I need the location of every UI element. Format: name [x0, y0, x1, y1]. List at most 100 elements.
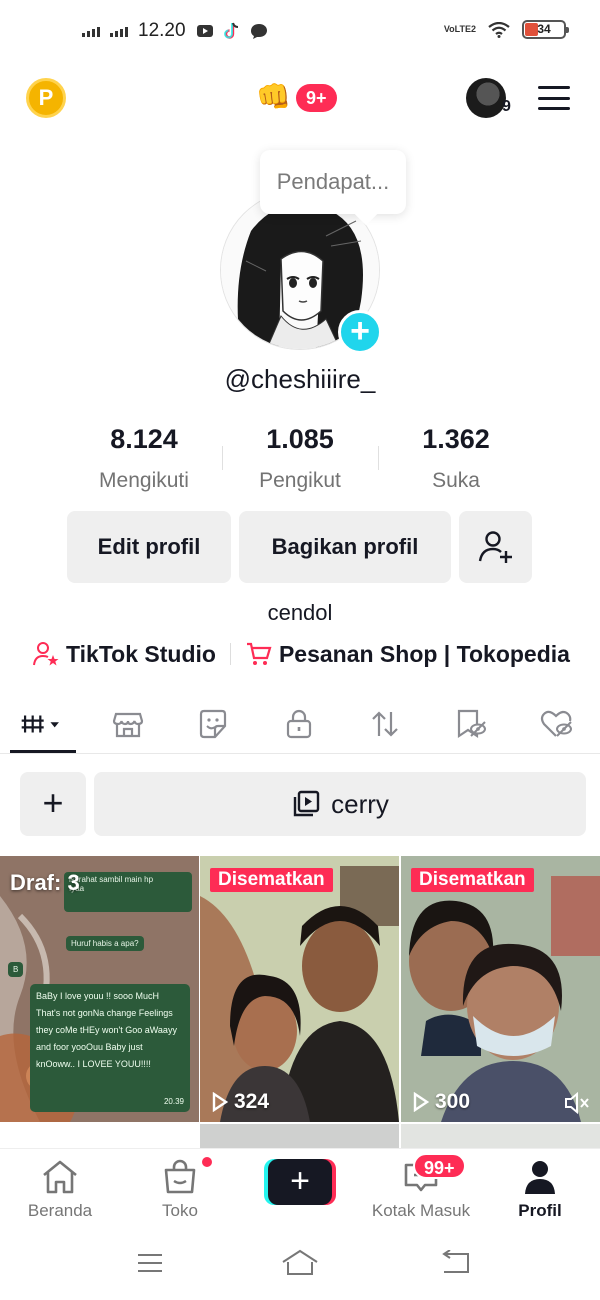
- stat-value: 1.085: [266, 424, 334, 454]
- fist-icon[interactable]: 👊: [256, 82, 291, 112]
- add-avatar-button[interactable]: +: [338, 310, 382, 354]
- chat-bubble: Huruf habis a apa?: [66, 936, 144, 951]
- notification-badge[interactable]: 9+: [296, 84, 337, 112]
- back-icon[interactable]: [440, 1250, 472, 1276]
- volte-indicator: VoLTE2: [443, 24, 476, 34]
- stat-followers[interactable]: 1.085 Pengikut: [222, 424, 378, 493]
- note-tooltip[interactable]: Pendapat...: [260, 150, 406, 214]
- sticker-icon: [199, 709, 227, 739]
- shopping-bag-icon: [164, 1159, 196, 1194]
- signal-icon: [110, 25, 128, 37]
- play-icon: [212, 1092, 228, 1112]
- create-button[interactable]: +: [264, 1159, 336, 1205]
- video-thumbnail: [200, 856, 399, 1122]
- battery-level: 34: [537, 22, 551, 36]
- video-grid: istirahat sambil main hp Iyaa Huruf habi…: [0, 856, 600, 1148]
- repost-icon: [372, 711, 398, 737]
- mute-icon[interactable]: [564, 1092, 590, 1114]
- tiktok-icon: [223, 22, 238, 39]
- shop-icon: [112, 712, 144, 738]
- profile-icon: [525, 1161, 555, 1194]
- link-divider: [229, 643, 231, 665]
- inbox-badge: 99+: [413, 1153, 466, 1179]
- shop-orders-link[interactable]: Pesanan Shop | Tokopedia: [279, 641, 570, 668]
- stat-label: Mengikuti: [99, 469, 189, 492]
- nav-label: Profil: [518, 1201, 562, 1220]
- tab-favorites[interactable]: [449, 706, 493, 742]
- video-thumbnail: [401, 856, 600, 1122]
- tab-videos[interactable]: [20, 706, 64, 742]
- signal-icon: [82, 25, 100, 37]
- account-switcher-avatar[interactable]: [466, 78, 506, 118]
- home-button-icon[interactable]: [280, 1248, 320, 1278]
- nav-home[interactable]: Beranda: [5, 1159, 115, 1221]
- collection-cerry[interactable]: cerry: [94, 772, 586, 836]
- hamburger-menu-icon[interactable]: [538, 86, 570, 110]
- home-icon: [43, 1160, 77, 1194]
- stat-label: Pengikut: [259, 469, 341, 492]
- status-left: 12.20: [82, 20, 268, 42]
- tab-shop[interactable]: [106, 706, 150, 742]
- tab-liked[interactable]: [535, 706, 579, 742]
- bottom-navigation: Beranda Toko + Kotak Masuk 99+ Profil: [0, 1148, 600, 1228]
- video-tile-partial[interactable]: [401, 1124, 600, 1148]
- active-tab-indicator: [10, 750, 76, 753]
- create-plus: +: [268, 1159, 332, 1205]
- wifi-icon: [488, 21, 510, 38]
- view-count: 324: [212, 1090, 269, 1114]
- cart-icon: [246, 642, 272, 665]
- stat-likes[interactable]: 1.362 Suka: [378, 424, 534, 493]
- nav-shop[interactable]: Toko: [125, 1159, 235, 1221]
- collection-name: cerry: [331, 788, 389, 819]
- stat-following[interactable]: 8.124 Mengikuti: [66, 424, 222, 493]
- chat-text: BaBy I love youu !! sooo MucH That's not…: [36, 991, 177, 1069]
- username: @cheshiiire_: [224, 364, 376, 394]
- nav-label: Kotak Masuk: [371, 1201, 471, 1220]
- video-tile-partial[interactable]: [200, 1124, 399, 1148]
- coin-button[interactable]: P: [26, 78, 66, 118]
- recent-apps-icon[interactable]: [136, 1252, 164, 1274]
- chat-text: Iyaa: [69, 884, 85, 893]
- edit-profile-button[interactable]: Edit profil: [67, 511, 231, 583]
- bio: cendol: [267, 600, 333, 625]
- content-tabs: [0, 700, 600, 754]
- tab-stickers[interactable]: [191, 706, 235, 742]
- tab-private[interactable]: [277, 706, 321, 742]
- youtube-icon: [196, 25, 213, 37]
- nav-label: Toko: [162, 1201, 198, 1220]
- drafts-label: Draf: 3: [10, 870, 80, 895]
- play-icon: [413, 1092, 429, 1112]
- pinned-badge: Disematkan: [210, 868, 333, 892]
- account-count: 9: [502, 98, 511, 115]
- video-tile-partial[interactable]: [0, 1124, 199, 1148]
- stat-label: Suka: [432, 469, 480, 492]
- add-collection-button[interactable]: +: [20, 772, 86, 836]
- battery-indicator: 34: [522, 20, 569, 39]
- playlist-icon: [293, 790, 320, 817]
- view-count-value: 324: [234, 1090, 270, 1113]
- chat-text: istirahat sambil main hp: [69, 875, 154, 884]
- view-count-value: 300: [435, 1090, 471, 1113]
- system-navigation: [0, 1230, 600, 1300]
- videos-grid-icon: [21, 715, 59, 733]
- nav-label: Beranda: [27, 1201, 93, 1220]
- chat-bubble: B: [8, 962, 24, 977]
- video-tile[interactable]: Disematkan 324: [200, 856, 399, 1122]
- chat-message: BaBy I love youu !! sooo MucH That's not…: [30, 984, 190, 1112]
- video-tile[interactable]: Disematkan 300: [401, 856, 600, 1122]
- profile-links: TikTok Studio Pesanan Shop | Tokopedia: [32, 640, 570, 668]
- drafts-tile[interactable]: istirahat sambil main hp Iyaa Huruf habi…: [0, 856, 199, 1122]
- stat-value: 8.124: [110, 424, 178, 454]
- chat-bubble: istirahat sambil main hp Iyaa: [64, 872, 192, 912]
- shop-notification-dot: [200, 1155, 214, 1169]
- nav-profile[interactable]: Profil: [485, 1159, 595, 1221]
- share-profile-button[interactable]: Bagikan profil: [239, 511, 451, 583]
- tiktok-studio-link[interactable]: TikTok Studio: [66, 641, 216, 668]
- add-friend-button[interactable]: [459, 511, 532, 583]
- chat-time: 20.39: [163, 1097, 184, 1106]
- status-time: 12.20: [138, 20, 186, 41]
- tab-reposts[interactable]: [363, 706, 407, 742]
- favorites-icon: [457, 709, 486, 739]
- status-bar: 12.20 VoLTE2 34: [0, 0, 600, 62]
- view-count: 300: [413, 1090, 470, 1114]
